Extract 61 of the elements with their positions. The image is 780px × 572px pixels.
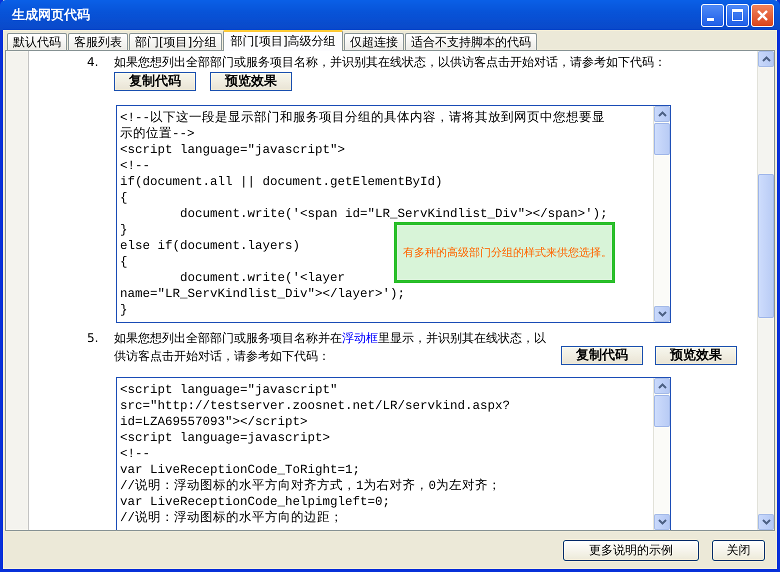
code-line: document.write('<layer	[179, 270, 346, 286]
down-caret-icon	[658, 311, 666, 317]
item-number: 4.	[87, 54, 100, 71]
instruction-text: 如果您想列出全部部门或服务项目名称，并识别其在线状态，以供访客点击开始对话，请参考如下代码：	[114, 55, 666, 69]
down-caret-icon	[658, 519, 666, 525]
up-caret-icon	[762, 56, 770, 62]
window-title: 生成网页代码	[12, 7, 90, 24]
scrollbar[interactable]	[653, 106, 670, 322]
scrollbar[interactable]	[757, 51, 774, 530]
tab[interactable]: 客服列表	[68, 33, 128, 50]
tab[interactable]: 适合不支持脚本的代码	[404, 33, 537, 50]
maximize-button[interactable]	[726, 4, 749, 26]
code-box[interactable]	[116, 377, 671, 530]
minimize-button[interactable]	[701, 4, 724, 26]
tab[interactable]: 部门[项目]高级分组	[223, 30, 343, 51]
link[interactable]: 浮动框	[342, 331, 378, 345]
code-line: <!--	[120, 158, 150, 174]
code-line: var LiveReceptionCode_helpimgleft=0;	[120, 494, 390, 510]
tab[interactable]: 部门[项目]分组	[129, 33, 222, 50]
minimize-icon	[707, 18, 714, 20]
up-caret-icon	[658, 383, 666, 389]
code-line: name="LR_ServKindlist_Div"></layer>');	[120, 286, 406, 302]
code-line: document.write('<span id="LR_ServKindlist_Div"></span>');	[179, 206, 608, 222]
code-line: 示的位置-->	[120, 126, 195, 142]
down-caret-icon	[762, 519, 770, 525]
code-line: src="http://testserver.zoosnet.net/LR/servkind.aspx?	[120, 398, 510, 414]
code-line: {	[120, 254, 128, 270]
tooltip-callout: 有多种的高级部门分组的样式来供您选择。	[394, 222, 615, 283]
code-line: <script language=javascript>	[120, 430, 330, 446]
scrollbar-thumb[interactable]	[758, 174, 774, 318]
code-line: <!--以下这一段是显示部门和服务项目分组的具体内容，请将其放到网页中您想要显	[120, 110, 606, 126]
close-button[interactable]	[751, 4, 774, 26]
code-line: <script language="javascript"	[120, 382, 338, 398]
code-line: }	[120, 222, 128, 238]
maximize-icon	[732, 9, 743, 21]
code-line: //说明：浮动图标的水平方向的边距；	[120, 510, 344, 526]
tab[interactable]: 仅超连接	[344, 33, 404, 50]
code-line: var LiveReceptionCode_ToRight=1;	[120, 462, 360, 478]
copy-code-button[interactable]: 复制代码	[561, 346, 643, 365]
scrollbar-thumb[interactable]	[654, 123, 670, 155]
up-caret-icon	[658, 111, 666, 117]
preview-button[interactable]: 预览效果	[655, 346, 737, 365]
item-number: 5.	[87, 330, 100, 347]
examples-button[interactable]: 更多说明的示例	[563, 540, 699, 560]
scrollbar[interactable]	[653, 378, 670, 530]
code-line: <script language="javascript">	[120, 142, 346, 158]
close-icon	[756, 8, 769, 22]
code-line: id=LZA69557093"></script>	[120, 414, 308, 430]
code-box[interactable]	[116, 105, 671, 323]
instruction-text: 如果您想列出全部部门或服务项目名称并在浮动框里显示，并识别其在线状态，以供访客点击开始对话，请参考如下代码：	[114, 330, 547, 365]
code-line: <!--	[120, 446, 150, 462]
code-line: if(document.all || document.getElementById)	[120, 174, 443, 190]
preview-button[interactable]: 预览效果	[210, 72, 292, 91]
code-line: else if(document.layers)	[120, 238, 300, 254]
copy-code-button[interactable]: 复制代码	[114, 72, 196, 91]
code-line: //说明：浮动图标的水平方向对齐方式，1为右对齐，0为左对齐；	[120, 478, 502, 494]
close-dialog-button[interactable]: 关闭	[712, 540, 765, 560]
tab[interactable]: 默认代码	[7, 33, 67, 50]
scrollbar-thumb[interactable]	[654, 395, 670, 427]
code-line: }	[120, 302, 128, 318]
code-line: {	[120, 190, 128, 206]
